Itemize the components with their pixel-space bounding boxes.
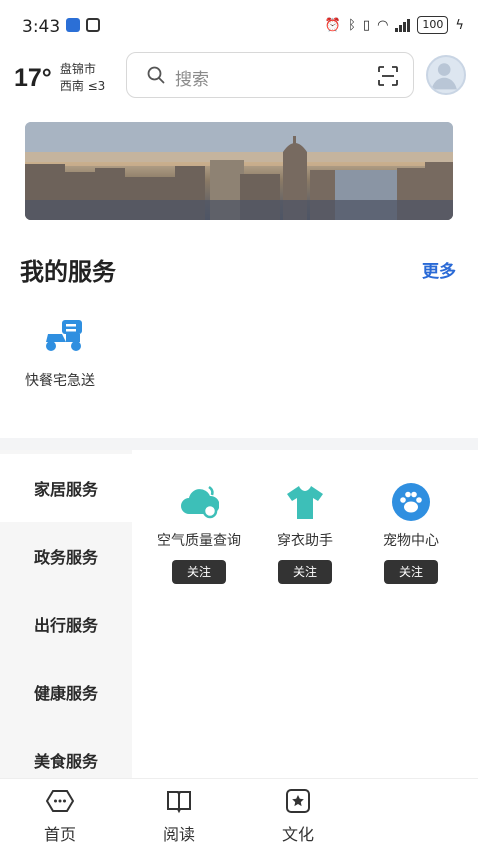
notification-icons <box>66 18 100 32</box>
air-quality-icon <box>181 485 219 519</box>
nav-label: 阅读 <box>162 825 195 844</box>
nav-label: 首页 <box>43 825 76 844</box>
search-placeholder: 搜索 <box>175 70 209 90</box>
alarm-icon: ⏰ <box>324 17 342 33</box>
weather-details: 盘锦市 西南 ≤3 <box>60 61 106 95</box>
follow-button[interactable]: 关注 <box>278 560 332 584</box>
my-services-title: 我的服务 <box>20 258 116 286</box>
status-time: 3:43 <box>22 17 61 37</box>
service-pet-center[interactable]: 宠物中心 关注 <box>356 482 466 584</box>
status-right-icons: ⏰ ᛒ ▯ ◠ 100 ϟ <box>325 16 464 34</box>
nfc-icon <box>86 18 100 32</box>
category-health-services[interactable]: 健康服务 <box>0 658 132 726</box>
book-icon <box>167 791 191 814</box>
signal-icon <box>395 18 411 32</box>
nav-reading[interactable]: 阅读 <box>149 787 209 845</box>
section-divider <box>0 438 478 450</box>
wifi-icon: ◠ <box>377 17 389 33</box>
scooter-icon <box>46 320 82 351</box>
bluetooth-icon: ᛒ <box>348 17 356 33</box>
category-nav: 家居服务 政务服务 出行服务 健康服务 美食服务 <box>0 450 132 780</box>
service-label: 穿衣助手 <box>277 533 333 549</box>
temperature: 17° <box>14 63 52 92</box>
app-notification-icon <box>66 18 80 32</box>
city-banner[interactable] <box>25 122 453 220</box>
home-icon <box>46 790 74 812</box>
status-bar: 3:43 ⏰ ᛒ ▯ ◠ 100 ϟ <box>0 0 478 52</box>
paw-icon <box>392 483 430 521</box>
user-icon <box>431 63 457 90</box>
follow-button[interactable]: 关注 <box>172 560 226 584</box>
nav-label: 文化 <box>281 825 314 844</box>
avatar[interactable] <box>426 55 466 95</box>
bottom-nav: 首页 阅读 文化 <box>0 778 478 850</box>
my-service-label: 快餐宅急送 <box>25 373 95 389</box>
vibrate-icon: ▯ <box>362 17 371 33</box>
tshirt-icon <box>287 486 323 519</box>
search-icon <box>147 66 165 84</box>
more-link[interactable]: 更多 <box>422 257 456 282</box>
weather-city: 盘锦市 <box>59 62 96 76</box>
service-label: 空气质量查询 <box>157 533 241 549</box>
search-input[interactable]: 搜索 <box>126 52 414 98</box>
nav-culture[interactable]: 文化 <box>268 787 328 845</box>
scan-icon[interactable] <box>377 65 399 87</box>
follow-button[interactable]: 关注 <box>384 560 438 584</box>
weather-widget[interactable]: 17° 盘锦市 西南 ≤3 <box>14 60 105 96</box>
weather-wind: 西南 ≤3 <box>59 79 106 93</box>
service-clothing-assistant[interactable]: 穿衣助手 关注 <box>250 482 360 584</box>
battery-indicator: 100 <box>417 16 449 34</box>
service-label: 宠物中心 <box>383 533 439 549</box>
category-travel-services[interactable]: 出行服务 <box>0 590 132 658</box>
service-air-quality[interactable]: 空气质量查询 关注 <box>144 482 254 584</box>
charging-icon: ϟ <box>455 17 464 33</box>
category-home-services[interactable]: 家居服务 <box>0 454 132 522</box>
city-skyline-image <box>25 122 453 220</box>
culture-icon <box>286 789 310 813</box>
category-government-services[interactable]: 政务服务 <box>0 522 132 590</box>
nav-home[interactable]: 首页 <box>30 787 90 845</box>
